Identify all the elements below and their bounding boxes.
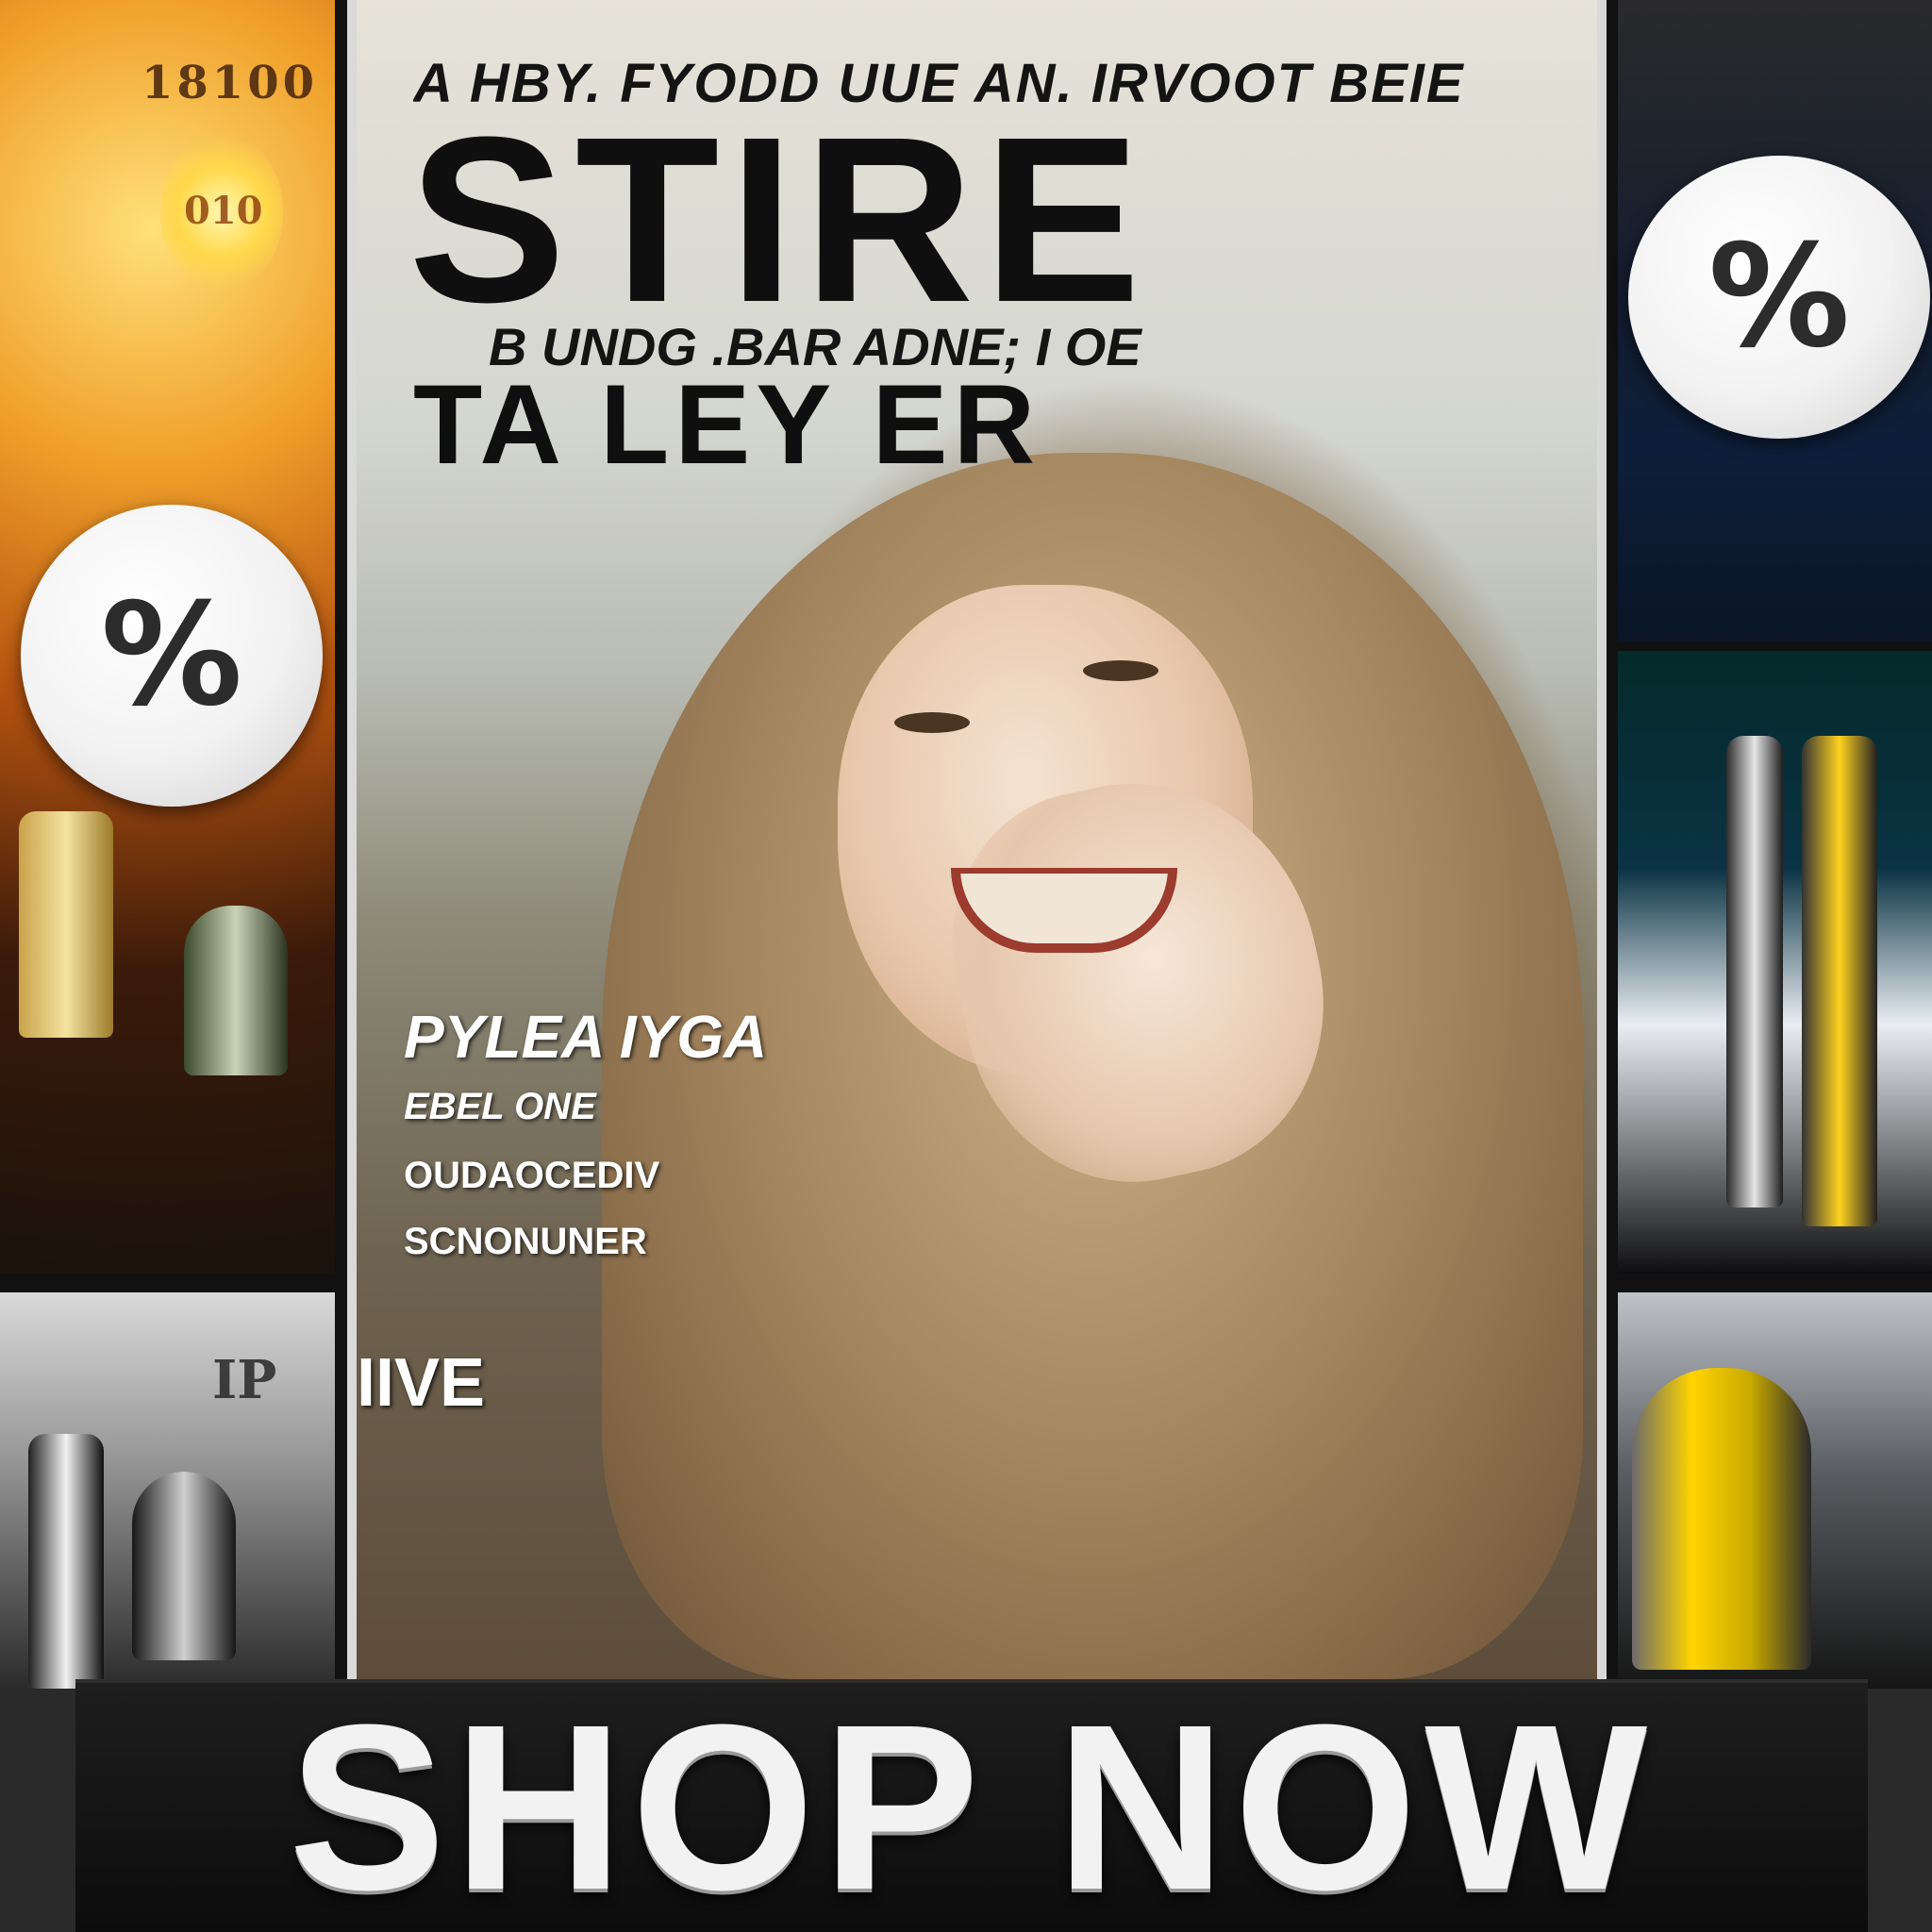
shop-now-label: SHOP NOW: [288, 1675, 1656, 1932]
cover-frame: [347, 0, 1607, 1679]
shelf-lamp-text: 010: [184, 189, 263, 233]
product-kettle: [1632, 1368, 1811, 1670]
product-bottle: [1802, 736, 1877, 1226]
floor-left: [0, 1689, 85, 1932]
shelf-sign-text: 18100: [142, 57, 318, 109]
product-bottle: [28, 1434, 104, 1689]
product-appliance: [132, 1472, 236, 1660]
discount-badge-right[interactable]: %: [1628, 156, 1930, 439]
discount-badge-left[interactable]: %: [21, 505, 323, 807]
floor-right: [1858, 1689, 1932, 1932]
magazine-cover[interactable]: A HBY. FYODD UUE AN. IRVOOT BEIE STIRE B…: [347, 0, 1607, 1679]
percent-icon: %: [100, 574, 243, 738]
product-bottle: [1726, 736, 1783, 1208]
product-bottle: [19, 811, 113, 1038]
shelf-label-text: IP: [212, 1349, 277, 1411]
product-jar: [184, 906, 288, 1075]
shop-now-button[interactable]: SHOP NOW: [75, 1679, 1868, 1932]
percent-icon: %: [1707, 215, 1851, 379]
